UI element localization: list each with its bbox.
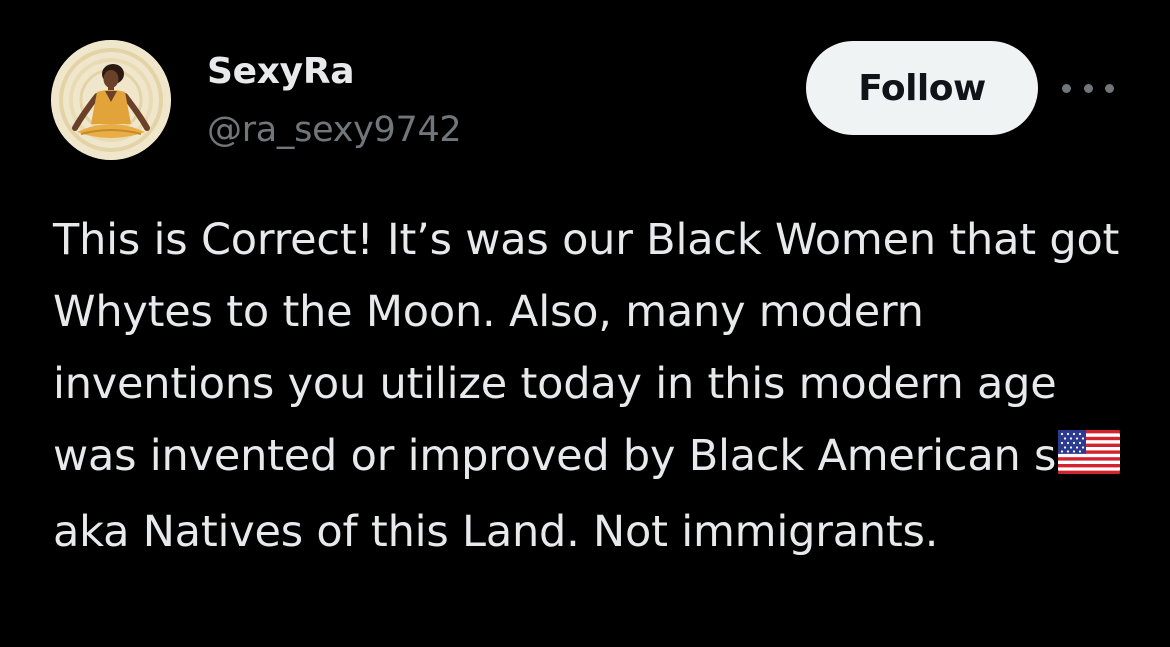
avatar[interactable]	[51, 40, 171, 160]
ellipsis-icon[interactable]	[1062, 76, 1114, 100]
tweet-text-part-2: aka Natives of this Land. Not immigrants…	[53, 507, 939, 557]
ellipsis-dot	[1062, 83, 1071, 93]
ellipsis-dot	[1105, 83, 1114, 93]
display-name[interactable]: SexyRa	[207, 50, 355, 94]
follow-button[interactable]: Follow	[806, 41, 1038, 135]
tweet-text-part-1: This is Correct! It’s was our Black Wome…	[53, 215, 1120, 481]
tweet-text: This is Correct! It’s was our Black Wome…	[53, 204, 1143, 568]
user-handle[interactable]: @ra_sexy9742	[207, 108, 462, 152]
avatar-image	[51, 40, 171, 160]
us-flag-icon	[1058, 424, 1121, 496]
ellipsis-dot	[1083, 83, 1093, 93]
